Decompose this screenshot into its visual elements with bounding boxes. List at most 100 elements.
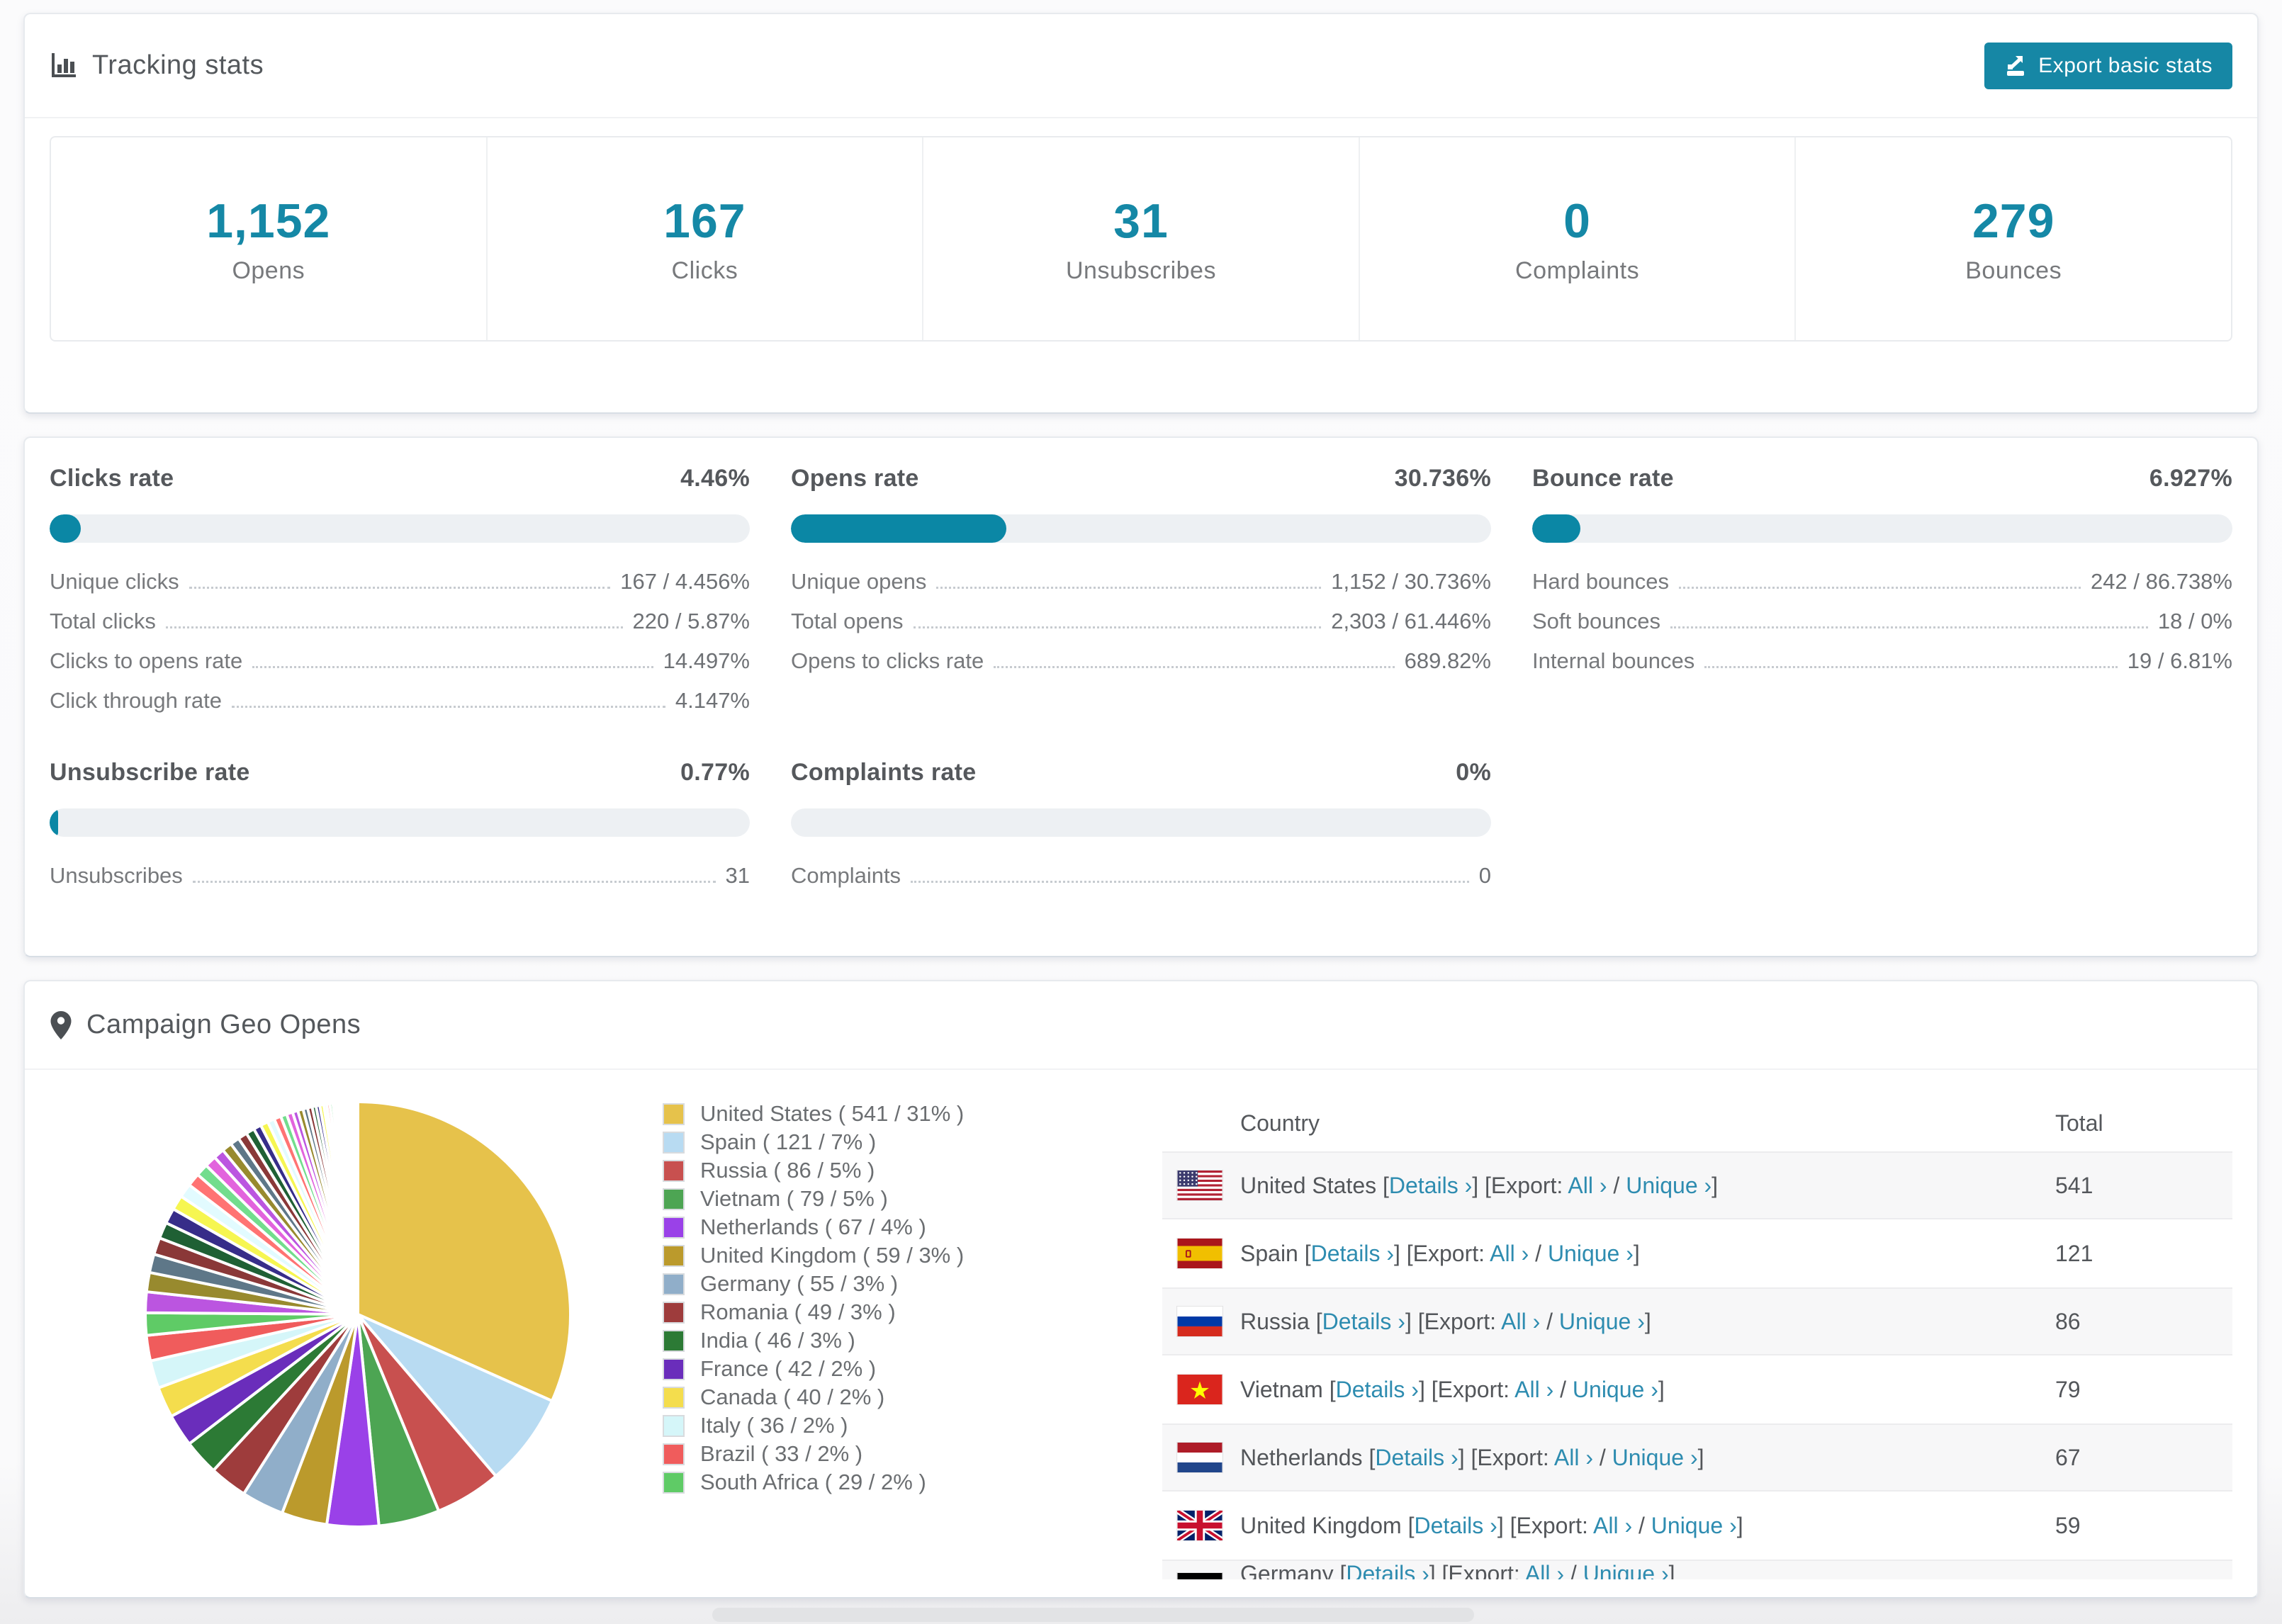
- details-link[interactable]: Details ›: [1322, 1309, 1405, 1334]
- geo-table-total-cell: 86: [2055, 1308, 2081, 1334]
- rate-block: Opens rate 30.736% Unique opens 1,152 / 30.…: [791, 465, 1491, 718]
- export-unique-link[interactable]: Unique ›: [1583, 1561, 1669, 1579]
- rate-row: Click through rate 4.147%: [50, 679, 750, 718]
- export-unique-link[interactable]: Unique ›: [1559, 1309, 1645, 1334]
- details-link[interactable]: Details ›: [1414, 1513, 1497, 1538]
- legend-item[interactable]: South Africa ( 29 / 2% ): [663, 1468, 1162, 1496]
- export-all-link[interactable]: All ›: [1490, 1241, 1529, 1266]
- slash-text: /: [1564, 1561, 1583, 1579]
- dotted-leader: [231, 706, 665, 708]
- legend-swatch: [663, 1244, 685, 1267]
- rate-row-value: 1,152 / 30.736%: [1331, 569, 1491, 594]
- details-link[interactable]: Details ›: [1311, 1241, 1394, 1266]
- export-all-link[interactable]: All ›: [1554, 1445, 1593, 1470]
- rate-title: Opens rate: [791, 465, 919, 492]
- geo-table-total-cell: 541: [2055, 1172, 2093, 1198]
- legend-item[interactable]: Vietnam ( 79 / 5% ): [663, 1185, 1162, 1213]
- legend-swatch: [663, 1358, 685, 1380]
- bracket-text: [: [1383, 1172, 1389, 1198]
- details-link[interactable]: Details ›: [1375, 1445, 1458, 1470]
- details-link[interactable]: Details ›: [1336, 1377, 1419, 1402]
- legend-item[interactable]: Netherlands ( 67 / 4% ): [663, 1213, 1162, 1241]
- summary-stats-row: 1,152 Opens 167 Clicks 31 Unsubscribes 0 Compla…: [50, 136, 2232, 342]
- export-unique-link[interactable]: Unique ›: [1626, 1173, 1712, 1198]
- legend-swatch: [663, 1103, 685, 1125]
- legend-swatch: [663, 1471, 685, 1494]
- legend-item[interactable]: Brazil ( 33 / 2% ): [663, 1440, 1162, 1468]
- slash-text: /: [1592, 1444, 1612, 1470]
- bracket-text: ] [Export:: [1405, 1308, 1502, 1334]
- export-all-link[interactable]: All ›: [1593, 1513, 1632, 1538]
- export-unique-link[interactable]: Unique ›: [1573, 1377, 1658, 1402]
- rate-row-label: Complaints: [791, 863, 901, 888]
- export-unique-link[interactable]: Unique ›: [1548, 1241, 1634, 1266]
- legend-item[interactable]: Spain ( 121 / 7% ): [663, 1128, 1162, 1156]
- legend-label: Netherlands ( 67 / 4% ): [700, 1214, 926, 1239]
- geo-table-flag-cell: [1162, 1170, 1240, 1201]
- rate-row-label: Click through rate: [50, 688, 222, 713]
- legend-swatch: [663, 1443, 685, 1465]
- export-unique-link[interactable]: Unique ›: [1651, 1513, 1737, 1538]
- rate-head: Unsubscribe rate 0.77%: [50, 759, 750, 790]
- geo-pie-chart: [50, 1070, 663, 1579]
- legend-item[interactable]: Canada ( 40 / 2% ): [663, 1383, 1162, 1411]
- geo-legend: United States ( 541 / 31% ) Spain ( 121 /…: [663, 1100, 1162, 1579]
- geo-table-header-country: Country: [1240, 1110, 1320, 1136]
- dotted-leader: [936, 587, 1322, 589]
- rate-percent: 0.77%: [680, 759, 750, 786]
- rate-block: Clicks rate 4.46% Unique clicks 167 / 4.456…: [50, 465, 750, 718]
- geo-table-row: Spain [Details ›] [Export: All › / Uniqu…: [1162, 1219, 2232, 1287]
- flag-us-icon: [1176, 1170, 1223, 1201]
- geo-table-total-cell: 59: [2055, 1512, 2081, 1538]
- legend-item[interactable]: United States ( 541 / 31% ): [663, 1100, 1162, 1128]
- geo-table-flag-cell: [1162, 1306, 1240, 1337]
- legend-item[interactable]: Italy ( 36 / 2% ): [663, 1411, 1162, 1440]
- legend-swatch: [663, 1131, 685, 1154]
- export-all-link[interactable]: All ›: [1514, 1377, 1553, 1402]
- rate-block: Unsubscribe rate 0.77% Unsubscribes 31: [50, 759, 750, 893]
- bracket-text: [: [1304, 1240, 1311, 1266]
- rates-card: Clicks rate 4.46% Unique clicks 167 / 4.456…: [23, 436, 2259, 957]
- country-name: United States: [1240, 1172, 1383, 1198]
- rate-percent: 4.46%: [680, 465, 750, 492]
- stat-value: 31: [1113, 193, 1169, 248]
- geo-table-flag-cell: [1162, 1238, 1240, 1269]
- country-name: Vietnam: [1240, 1376, 1330, 1402]
- geo-table-country-cell: Germany [Details ›] [Export: All › / Uni…: [1240, 1561, 2055, 1579]
- export-all-link[interactable]: All ›: [1568, 1173, 1607, 1198]
- legend-item[interactable]: India ( 46 / 3% ): [663, 1326, 1162, 1355]
- country-name: Netherlands: [1240, 1444, 1369, 1470]
- country-name: United Kingdom: [1240, 1512, 1408, 1538]
- summary-stat-cell: 31 Unsubscribes: [923, 137, 1360, 340]
- dotted-leader: [1670, 626, 2148, 628]
- rate-row: Clicks to opens rate 14.497%: [50, 639, 750, 679]
- geo-table-total-cell: 67: [2055, 1444, 2081, 1470]
- geo-table-country-cell: Vietnam [Details ›] [Export: All › / Uni…: [1240, 1377, 2055, 1403]
- export-all-link[interactable]: All ›: [1501, 1309, 1540, 1334]
- rate-row: Unsubscribes 31: [50, 854, 750, 893]
- dotted-leader: [252, 666, 653, 668]
- details-link[interactable]: Details ›: [1346, 1561, 1429, 1579]
- rate-row-value: 167 / 4.456%: [620, 569, 750, 594]
- dotted-leader: [994, 666, 1395, 668]
- legend-item[interactable]: United Kingdom ( 59 / 3% ): [663, 1241, 1162, 1270]
- bracket-text: [: [1329, 1376, 1336, 1402]
- bracket-text: ] [Export:: [1497, 1512, 1593, 1538]
- tracking-stats-header: Tracking stats Export basic stats: [25, 14, 2257, 118]
- dotted-leader: [165, 626, 623, 628]
- legend-item[interactable]: France ( 42 / 2% ): [663, 1355, 1162, 1383]
- export-unique-link[interactable]: Unique ›: [1612, 1445, 1698, 1470]
- bracket-text: ] [Export:: [1458, 1444, 1554, 1470]
- horizontal-scrollbar[interactable]: [712, 1608, 1474, 1622]
- pie-slice-other[interactable]: [355, 1100, 359, 1316]
- export-basic-stats-button[interactable]: Export basic stats: [1984, 42, 2232, 89]
- details-link[interactable]: Details ›: [1389, 1173, 1472, 1198]
- legend-item[interactable]: Russia ( 86 / 5% ): [663, 1156, 1162, 1185]
- export-all-link[interactable]: All ›: [1525, 1561, 1564, 1579]
- legend-item[interactable]: Germany ( 55 / 3% ): [663, 1270, 1162, 1298]
- rate-progress-fill: [791, 514, 1006, 543]
- rate-row: Complaints 0: [791, 854, 1491, 893]
- legend-swatch: [663, 1273, 685, 1295]
- legend-item[interactable]: Romania ( 49 / 3% ): [663, 1298, 1162, 1326]
- bracket-text: ] [Export:: [1418, 1376, 1515, 1402]
